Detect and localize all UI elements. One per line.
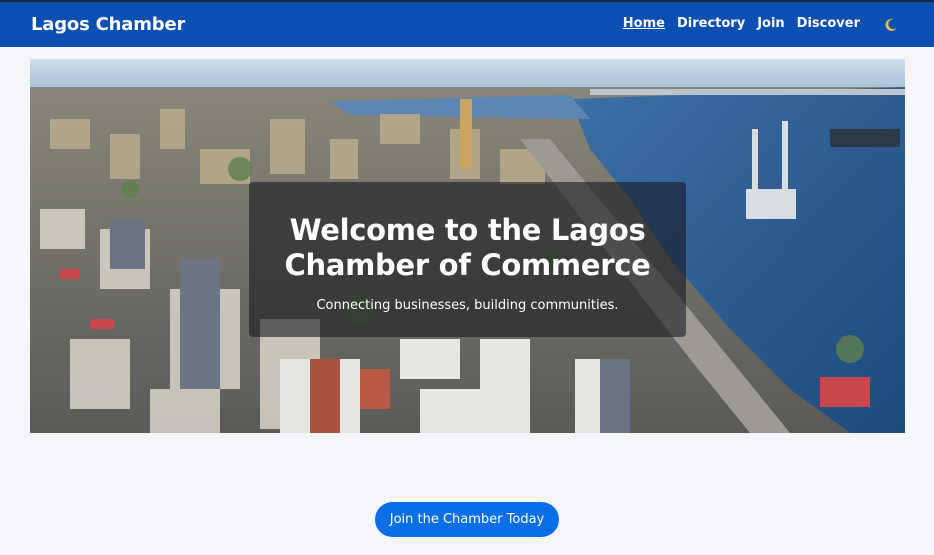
hero-subtitle: Connecting businesses, building communit… [316,298,619,313]
hero-title: Welcome to the Lagos Chamber of Commerce [284,213,651,282]
nav-discover-link[interactable]: Discover [797,16,860,31]
moon-icon[interactable] [884,18,898,32]
site-brand[interactable]: Lagos Chamber [31,14,185,35]
main-nav: Home Directory Join Discover [611,16,898,31]
hero-banner: Welcome to the Lagos Chamber of Commerce… [30,59,905,433]
site-header: Lagos Chamber Home Directory Join Discov… [0,0,934,47]
nav-directory-link[interactable]: Directory [677,16,745,31]
nav-home-link[interactable]: Home [623,16,665,31]
join-chamber-button[interactable]: Join the Chamber Today [375,502,559,537]
nav-join-link[interactable]: Join [757,16,784,31]
hero-overlay: Welcome to the Lagos Chamber of Commerce… [249,182,686,337]
